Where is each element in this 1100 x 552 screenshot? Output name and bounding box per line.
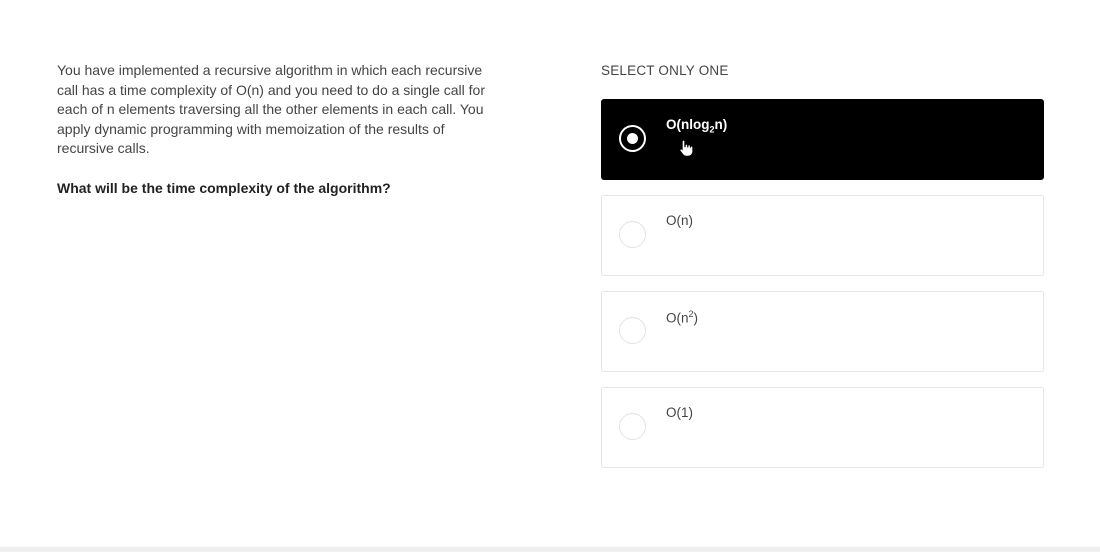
- select-instruction: SELECT ONLY ONE: [601, 63, 729, 78]
- hand-pointer-icon: [679, 139, 693, 157]
- option-label: O(nlog2n): [666, 117, 728, 135]
- radio-dot-icon: [627, 133, 638, 144]
- option-n[interactable]: O(n): [601, 195, 1044, 276]
- option-label: O(n): [666, 213, 693, 228]
- option-label: O(n2): [666, 309, 699, 326]
- question-text: You have implemented a recursive algorit…: [57, 62, 485, 156]
- radio-button[interactable]: [619, 125, 646, 152]
- question-panel: You have implemented a recursive algorit…: [57, 61, 502, 198]
- footer-divider: [0, 547, 1100, 552]
- option-constant[interactable]: O(1): [601, 387, 1044, 468]
- option-n-squared[interactable]: O(n2): [601, 291, 1044, 372]
- radio-button[interactable]: [619, 317, 646, 344]
- option-nlogn[interactable]: O(nlog2n): [601, 99, 1044, 180]
- radio-button[interactable]: [619, 221, 646, 248]
- radio-button[interactable]: [619, 413, 646, 440]
- question-prompt: What will be the time complexity of the …: [57, 179, 391, 196]
- answer-options: SELECT ONLY ONE O(nlog2n) O(n) O(n2) O(1…: [601, 62, 1044, 483]
- option-label: O(1): [666, 405, 693, 420]
